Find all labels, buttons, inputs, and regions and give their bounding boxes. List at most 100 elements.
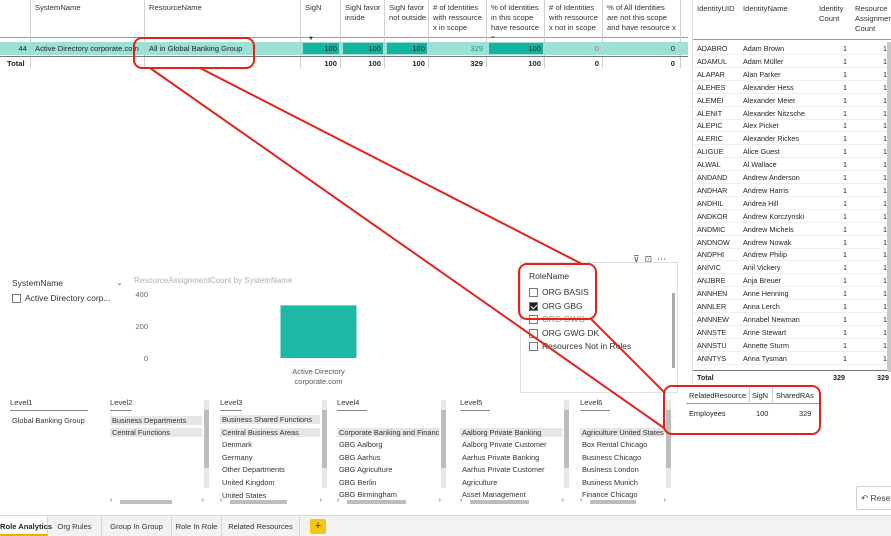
table-row[interactable]: ANDPHI Andrew Philip 1 1 bbox=[693, 248, 891, 262]
list-item[interactable]: GBG Aarhus bbox=[337, 453, 439, 462]
chevron-right-icon[interactable]: › bbox=[562, 497, 564, 504]
vertical-scrollbar[interactable] bbox=[666, 400, 671, 488]
list-item[interactable]: Germany bbox=[220, 453, 320, 462]
table-row[interactable]: ANIVIC Anil Vickery 1 1 bbox=[693, 261, 891, 275]
header-sign-favor-inside[interactable]: SigN favor inside bbox=[342, 0, 386, 38]
table-row[interactable]: ANDAND Andrew Anderson 1 1 bbox=[693, 171, 891, 184]
add-page-button[interactable]: + bbox=[310, 519, 326, 534]
chevron-right-icon[interactable]: › bbox=[664, 497, 666, 504]
list-item[interactable]: Aarhus Private Customer bbox=[460, 465, 562, 474]
identity-table-scrollbar[interactable] bbox=[887, 42, 891, 372]
table-row[interactable]: ADAMUL Adam Müller 1 1 bbox=[693, 55, 891, 68]
list-item[interactable]: Central Business Areas bbox=[220, 427, 320, 437]
list-item[interactable]: Denmark bbox=[220, 440, 320, 449]
table-row[interactable]: ALEMEI Alexander Meier 1 1 bbox=[693, 94, 891, 107]
table-row[interactable]: ALIGUE Alice Guest 1 1 bbox=[693, 145, 891, 159]
scrollbar-thumb[interactable] bbox=[564, 410, 569, 468]
header-related-sign[interactable]: SigN bbox=[752, 391, 768, 400]
table-row[interactable]: Employees 100 329 bbox=[686, 406, 821, 420]
role-slicer-item[interactable]: ORG BASIS bbox=[529, 287, 589, 298]
table-row[interactable]: ANJBRE Anja Breuer 1 1 bbox=[693, 274, 891, 288]
chart-bar[interactable] bbox=[280, 305, 357, 358]
header-identity-count[interactable]: Identity Count bbox=[819, 4, 851, 24]
chevron-right-icon[interactable]: › bbox=[439, 497, 441, 504]
header-identities-not-in-scope[interactable]: # of Identities with ressource x not in … bbox=[546, 0, 604, 38]
table-row[interactable]: ANNSTE Anne Stewart 1 1 bbox=[693, 326, 891, 339]
list-item[interactable]: United Kingdom bbox=[220, 478, 320, 487]
role-slicer-item[interactable]: ORG GBG bbox=[529, 301, 583, 311]
reset-button[interactable]: ↶ Reset bbox=[856, 486, 891, 510]
chevron-left-icon[interactable]: ‹ bbox=[460, 497, 462, 504]
chevron-left-icon[interactable]: ‹ bbox=[337, 497, 339, 504]
scrollbar-thumb[interactable] bbox=[230, 500, 287, 504]
list-item[interactable]: Other Departments bbox=[220, 465, 320, 474]
horizontal-scrollbar[interactable]: ‹ › bbox=[110, 497, 204, 506]
table-row[interactable]: ANNLER Anna Lerch 1 1 bbox=[693, 300, 891, 313]
list-item[interactable]: Agriculture United States bbox=[580, 428, 664, 437]
header-related-resource[interactable]: RelatedResource bbox=[689, 391, 746, 400]
chevron-down-icon[interactable]: ⌄ bbox=[116, 278, 123, 287]
scrollbar-thumb[interactable] bbox=[204, 410, 209, 468]
horizontal-scrollbar[interactable]: ‹ › bbox=[337, 497, 441, 506]
role-slicer-scrollbar[interactable] bbox=[672, 293, 675, 368]
system-slicer-item[interactable]: Active Directory corp... bbox=[12, 293, 111, 304]
list-item[interactable]: Business Departments bbox=[110, 416, 202, 425]
list-item[interactable]: Aalborg Private Banking bbox=[460, 428, 562, 437]
checkbox-icon[interactable] bbox=[529, 342, 538, 352]
table-row[interactable]: ANNNEW Annabel Newman 1 1 bbox=[693, 313, 891, 326]
table-row[interactable]: ANDHIL Andrea Hill 1 1 bbox=[693, 197, 891, 210]
checkbox-icon[interactable] bbox=[529, 328, 538, 338]
list-item[interactable]: Aarhus Private Banking bbox=[460, 453, 562, 462]
chevron-right-icon[interactable]: › bbox=[320, 497, 322, 504]
header-sign-favor-not-outside[interactable]: SigN favor not outside bbox=[386, 0, 430, 38]
table-row[interactable]: ALWAL Al Wallace 1 1 bbox=[693, 158, 891, 172]
checkbox-icon[interactable] bbox=[12, 294, 21, 304]
tab-group-in-group[interactable]: Group In Group bbox=[102, 516, 172, 536]
table-row[interactable]: ALEHES Alexander Hess 1 1 bbox=[693, 81, 891, 94]
header-resource-assignment-count[interactable]: Resource Assignment Count bbox=[855, 4, 891, 34]
table-row[interactable]: ALENIT Alexander Nitzsche 1 1 bbox=[693, 107, 891, 120]
list-item[interactable]: Business Shared Functions bbox=[220, 415, 320, 424]
chevron-right-icon[interactable]: › bbox=[202, 497, 204, 504]
table-row[interactable]: ADABRO Adam Brown 1 1 bbox=[693, 42, 891, 55]
list-item[interactable]: Business Munich bbox=[580, 478, 664, 487]
list-item[interactable]: Corporate Banking and Finance bbox=[337, 428, 439, 437]
horizontal-scrollbar[interactable]: ‹ › bbox=[580, 497, 666, 506]
header-shared-ras[interactable]: SharedRAs bbox=[776, 391, 814, 400]
horizontal-scrollbar[interactable]: ‹ › bbox=[220, 497, 322, 506]
scrollbar-thumb[interactable] bbox=[347, 500, 406, 504]
header-sign[interactable]: SigN bbox=[302, 0, 342, 38]
table-row[interactable]: ANNHEN Anne Henning 1 1 bbox=[693, 287, 891, 301]
tab-related-resources[interactable]: Related Resources bbox=[222, 516, 300, 536]
list-item[interactable]: Box Rental Chicago bbox=[580, 440, 664, 449]
table-row[interactable]: ANDHAR Andrew Harris 1 1 bbox=[693, 184, 891, 197]
list-item[interactable]: Aalborg Private Customer bbox=[460, 440, 562, 449]
scrollbar-thumb[interactable] bbox=[441, 410, 446, 468]
table-row[interactable]: ALAPAR Alan Parker 1 1 bbox=[693, 68, 891, 81]
chevron-left-icon[interactable]: ‹ bbox=[580, 497, 582, 504]
table-row[interactable]: ANDKOR Andrew Korczynski 1 1 bbox=[693, 210, 891, 223]
scrollbar-thumb[interactable] bbox=[470, 500, 529, 504]
table-row[interactable]: ANDMIC Andrew Michels 1 1 bbox=[693, 223, 891, 236]
header-identities-in-scope[interactable]: # of Identities with ressource x in scop… bbox=[430, 0, 488, 38]
header-identity-uid[interactable]: IdentityUID bbox=[697, 4, 741, 14]
role-slicer-item[interactable]: ORG GWG DK bbox=[529, 328, 599, 338]
chevron-left-icon[interactable]: ‹ bbox=[220, 497, 222, 504]
table-row[interactable]: ANNTYS Anna Tysman 1 1 bbox=[693, 352, 891, 365]
role-slicer-item[interactable]: Resources Not in Roles bbox=[529, 341, 631, 352]
list-item[interactable]: Business Chicago bbox=[580, 453, 664, 462]
scrollbar-thumb[interactable] bbox=[666, 410, 671, 468]
tab-role-analytics[interactable]: Role Analytics bbox=[0, 516, 52, 536]
vertical-scrollbar[interactable] bbox=[441, 400, 446, 488]
checkbox-icon[interactable] bbox=[529, 288, 538, 298]
horizontal-scrollbar[interactable]: ‹ › bbox=[460, 497, 564, 506]
tab-role-in-role[interactable]: Role In Role bbox=[172, 516, 222, 536]
table-row[interactable]: ANDNOW Andrew Nowak 1 1 bbox=[693, 236, 891, 249]
vertical-scrollbar[interactable] bbox=[204, 400, 209, 488]
vertical-scrollbar[interactable] bbox=[322, 400, 327, 488]
header-pct-in-scope[interactable]: % of Identities in this scope have resou… bbox=[488, 0, 546, 38]
table-row[interactable]: 44 Active Directory corporate.com All in… bbox=[0, 42, 688, 55]
scrollbar-thumb[interactable] bbox=[590, 500, 636, 504]
header-system-name[interactable]: SystemName bbox=[32, 0, 144, 38]
list-item[interactable]: Central Functions bbox=[110, 428, 202, 437]
